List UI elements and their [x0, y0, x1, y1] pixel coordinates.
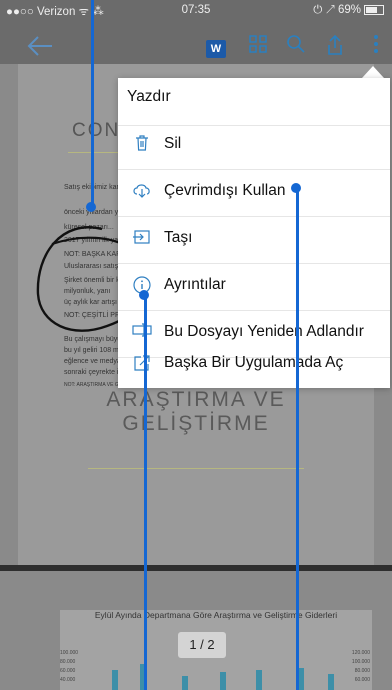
- battery-icon: [364, 4, 384, 15]
- y-tick-right: 60.000: [354, 677, 370, 683]
- y-tick-left: 60.000: [60, 668, 76, 674]
- annotation-dot: [139, 290, 149, 300]
- grid-icon[interactable]: [247, 34, 269, 58]
- menu-item-label: Taşı: [164, 229, 193, 246]
- share-icon[interactable]: [324, 34, 346, 58]
- section-heading-line2: GELİŞTİRME: [122, 412, 270, 435]
- word-badge: W: [206, 40, 226, 58]
- more-vertical-icon[interactable]: [366, 34, 386, 58]
- word-icon[interactable]: W: [205, 34, 227, 58]
- menu-item-move[interactable]: Taşı: [118, 216, 390, 264]
- cloud-download-icon: [132, 182, 152, 202]
- menu-item-label: Çevrimdışı Kullan: [164, 182, 286, 199]
- chart-title: Eylül Ayında Departmana Göre Araştırma v…: [94, 610, 338, 620]
- y-tick-right: 120.000: [351, 650, 370, 656]
- chart-bar: [182, 676, 188, 690]
- move-icon: [132, 229, 152, 249]
- y-tick-right: 100.000: [351, 659, 370, 665]
- menu-item-label: Bu Dosyayı Yeniden Adlandır: [164, 323, 364, 340]
- chart-bar: [220, 672, 226, 690]
- doc-line: bu yıl geliri 108 m: [64, 347, 119, 354]
- annotation-pointer: [296, 188, 299, 690]
- annotation-dot: [291, 183, 301, 193]
- menu-item-print[interactable]: Yazdır: [118, 78, 390, 126]
- y-tick-left: 40.000: [60, 677, 76, 683]
- chart-bar: [328, 674, 334, 690]
- trash-icon: [132, 135, 152, 155]
- rename-icon: [132, 323, 152, 343]
- back-arrow-icon[interactable]: [26, 34, 54, 58]
- annotation-dot: [86, 202, 96, 212]
- doc-line: eğlence ve medya: [64, 358, 121, 365]
- section-heading-line1: ARAŞTIRMA VE: [106, 388, 286, 411]
- status-bar: ●●○○ Verizon ᯤ ⁂ 07:35 ⏻ ↗ 69%: [0, 0, 392, 20]
- menu-item-label: Sil: [164, 135, 182, 152]
- menu-arrow: [362, 66, 384, 78]
- doc-line: sonraki çeyrekte ih: [64, 369, 123, 376]
- menu-item-use-offline[interactable]: Çevrimdışı Kullan: [118, 169, 390, 217]
- annotation-pointer: [144, 295, 147, 690]
- open-in-app-icon: [132, 354, 152, 374]
- chart-bar: [112, 670, 118, 690]
- annotation-pointer: [91, 0, 94, 207]
- page-indicator: 1 / 2: [178, 632, 226, 658]
- y-tick-left: 80.000: [60, 659, 76, 665]
- section-heading: CON: [72, 120, 121, 141]
- battery-label: ⏻ ↗ 69%: [313, 4, 361, 16]
- y-tick-left: 100.000: [60, 650, 79, 656]
- heading-rule: [88, 468, 304, 469]
- y-tick-right: 80.000: [354, 668, 370, 674]
- menu-item-label: Ayrıntılar: [164, 276, 226, 293]
- status-right: ⏻ ↗ 69%: [313, 4, 384, 17]
- page-divider: [0, 565, 392, 571]
- search-icon[interactable]: [285, 34, 307, 58]
- overflow-menu: Yazdır Sil Çevrimdışı Kullan Taşı Ayrınt…: [118, 78, 390, 388]
- menu-item-open-in-app[interactable]: Başka Bir Uygulamada Aç: [118, 341, 390, 388]
- menu-item-delete[interactable]: Sil: [118, 122, 390, 170]
- menu-item-label: Başka Bir Uygulamada Aç: [164, 354, 344, 371]
- menu-item-label: Yazdır: [127, 88, 171, 105]
- menu-item-details[interactable]: Ayrıntılar: [118, 263, 390, 311]
- chart-bar: [256, 670, 262, 690]
